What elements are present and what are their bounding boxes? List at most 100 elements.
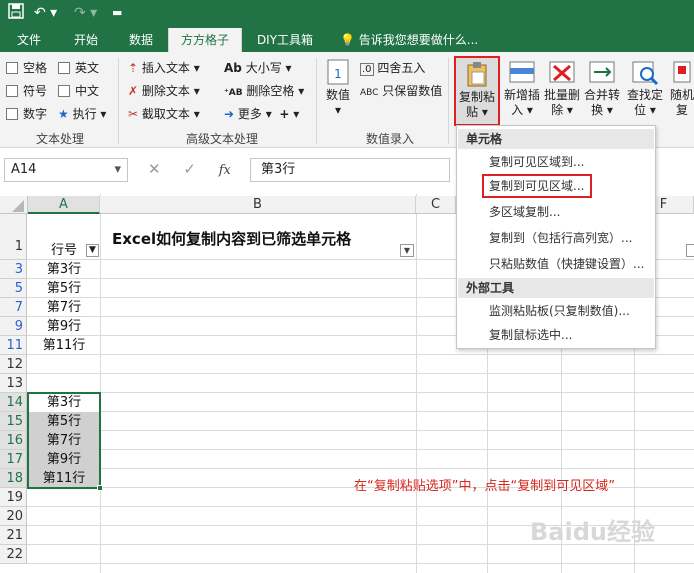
name-box[interactable]: A14 ▾	[4, 158, 128, 182]
column-header-c[interactable]: C	[416, 196, 456, 214]
table-cell[interactable]: 第3行	[28, 260, 100, 279]
tab-diy-toolbox[interactable]: DIY工具箱	[248, 28, 322, 52]
round-button[interactable]: .0 四舍五入	[360, 58, 425, 78]
filter-dropdown-icon[interactable]	[686, 244, 694, 257]
watermark-logo: Baidu经验	[530, 518, 655, 546]
row-header[interactable]: 7	[0, 298, 27, 317]
checkbox-icon	[58, 85, 70, 97]
filter-dropdown-icon[interactable]: ▼	[400, 244, 414, 257]
checkbox-icon	[6, 62, 18, 74]
menu-item-copy-with-size[interactable]: 复制到（包括行高列宽）...	[489, 227, 632, 249]
arrow-right-icon: ➜	[224, 107, 235, 121]
insert-new-button[interactable]: 新增插 入 ▾	[502, 58, 542, 118]
menu-item-multi-area-copy[interactable]: 多区域复制...	[489, 201, 560, 223]
find-locate-button[interactable]: 查找定 位 ▾	[624, 58, 666, 118]
check-symbol[interactable]: 符号	[6, 81, 47, 101]
check-number[interactable]: 数字	[6, 104, 47, 124]
copy-paste-button[interactable]: 复制粘 贴 ▾	[454, 56, 500, 126]
merge-convert-button[interactable]: 合并转 换 ▾	[582, 58, 622, 118]
row-header[interactable]: 5	[0, 279, 27, 298]
menu-item-paste-values-only[interactable]: 只粘贴数值（快捷键设置）...	[489, 253, 644, 275]
tell-me-box[interactable]: 💡 告诉我您想要做什么...	[340, 28, 490, 52]
menu-item-copy-to-visible[interactable]: 复制到可见区域...	[489, 175, 584, 197]
lightbulb-icon: 💡	[340, 33, 355, 47]
group-separator	[118, 58, 119, 144]
enter-icon[interactable]: ✓	[183, 160, 196, 178]
keep-value-button[interactable]: ABC 只保留数值	[360, 81, 442, 101]
copy-paste-menu: 单元格 复制可见区域到... 复制到可见区域... 多区域复制... 复制到（包…	[456, 125, 656, 349]
row-header[interactable]: 20	[0, 507, 27, 526]
menu-item-copy-mouse-selection[interactable]: 复制鼠标选中...	[489, 324, 572, 346]
select-all-corner[interactable]	[0, 196, 28, 214]
batch-delete-button[interactable]: 批量删 除 ▾	[542, 58, 582, 118]
row-header[interactable]: 17	[0, 450, 27, 469]
row-header[interactable]: 12	[0, 355, 27, 374]
row-header[interactable]: 9	[0, 317, 27, 336]
check-chinese[interactable]: 中文	[58, 81, 99, 101]
value-button[interactable]: 1 数值 ▾	[320, 58, 356, 118]
fill-handle[interactable]	[97, 485, 103, 491]
column-header-b[interactable]: B	[100, 196, 416, 214]
row-header[interactable]: 21	[0, 526, 27, 545]
menu-item-monitor-clipboard[interactable]: 监测粘贴板(只复制数值)...	[489, 300, 630, 322]
menu-section-cells: 单元格	[458, 129, 654, 149]
group-label-adv-text: 高级文本处理	[185, 132, 258, 146]
check-space[interactable]: 空格	[6, 58, 47, 78]
sheet-title: Excel如何复制内容到已筛选单元格	[112, 230, 352, 248]
merge-icon	[589, 61, 615, 83]
delete-space-button[interactable]: ⁺AB 删除空格 ▾	[224, 81, 304, 101]
case-button[interactable]: Ab 大小写 ▾	[224, 58, 292, 78]
formula-input[interactable]: 第3行	[250, 158, 450, 182]
cancel-icon[interactable]: ✕	[148, 160, 161, 178]
table-cell[interactable]: 第5行	[28, 279, 100, 298]
menu-section-external-tools: 外部工具	[458, 278, 654, 298]
insert-rows-icon	[509, 61, 535, 83]
checkbox-icon	[6, 85, 18, 97]
ribbon-tabs: 文件 开始 数据 方方格子 DIY工具箱 💡 告诉我您想要做什么...	[0, 28, 694, 52]
chevron-down-icon[interactable]: ▾	[114, 159, 121, 181]
svg-text:1: 1	[334, 67, 342, 81]
table-cell[interactable]: 第11行	[28, 336, 100, 355]
tell-me-text: 告诉我您想要做什么...	[358, 33, 479, 47]
tab-file[interactable]: 文件	[6, 28, 52, 52]
table-cell[interactable]: 第7行	[28, 298, 100, 317]
save-icon[interactable]	[8, 3, 24, 25]
row-header[interactable]: 19	[0, 488, 27, 507]
row-header[interactable]: 18	[0, 469, 27, 488]
row-header[interactable]: 22	[0, 545, 27, 564]
redo-icon[interactable]: ↷ ▾	[74, 3, 97, 23]
group-separator	[316, 58, 317, 144]
menu-item-copy-visible-to[interactable]: 复制可见区域到...	[489, 151, 584, 173]
filter-active-icon[interactable]: ▼	[86, 244, 99, 257]
column-header-a[interactable]: A	[28, 196, 100, 214]
tab-fangfang[interactable]: 方方格子	[168, 28, 242, 52]
title-bar: ↶ ▾ ↷ ▾ ▬	[0, 0, 694, 28]
row-header[interactable]: 14	[0, 393, 27, 412]
tab-home[interactable]: 开始	[60, 28, 112, 52]
more-button[interactable]: ➜ 更多 ▾ + ▾	[224, 104, 299, 124]
random-button[interactable]: 随机 复	[670, 58, 694, 118]
keep-value-icon: ABC	[360, 88, 379, 98]
tab-data[interactable]: 数据	[118, 28, 164, 52]
table-cell[interactable]: 第9行	[28, 317, 100, 336]
function-icon[interactable]: fx	[219, 163, 231, 178]
insert-text-button[interactable]: ⇡ 插入文本 ▾	[128, 58, 200, 78]
extract-text-button[interactable]: ✂ 截取文本 ▾	[128, 104, 200, 124]
check-english[interactable]: 英文	[58, 58, 99, 78]
value-icon: 1	[327, 59, 349, 85]
plus-icon: +	[279, 107, 290, 121]
corner-triangle-icon	[12, 200, 24, 212]
random-icon	[673, 61, 691, 83]
row-header[interactable]: 13	[0, 374, 27, 393]
customize-qat-icon[interactable]: ▬	[112, 3, 122, 23]
row-header-1[interactable]: 1	[0, 214, 27, 260]
row-header[interactable]: 11	[0, 336, 27, 355]
row-header[interactable]: 3	[0, 260, 27, 279]
undo-icon[interactable]: ↶ ▾	[34, 3, 57, 23]
row-header[interactable]: 15	[0, 412, 27, 431]
execute-button[interactable]: ★ 执行 ▾	[58, 104, 106, 124]
delete-text-button[interactable]: ✗ 删除文本 ▾	[128, 81, 200, 101]
row-header[interactable]: 16	[0, 431, 27, 450]
formula-controls: ✕ ✓ fx	[136, 158, 246, 182]
checkbox-icon	[6, 108, 18, 120]
